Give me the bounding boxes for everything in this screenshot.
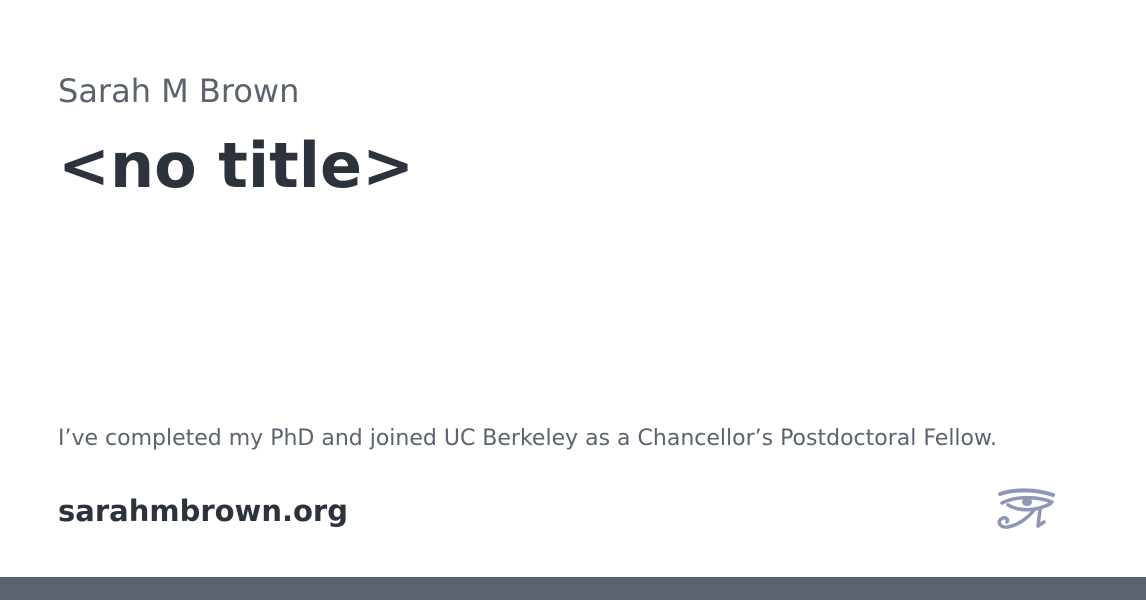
page-title: <no title> xyxy=(58,129,415,202)
eye-pupil xyxy=(1022,498,1032,506)
footer-bar xyxy=(0,577,1146,600)
social-preview-card: Sarah M Brown <no title> I’ve completed … xyxy=(0,0,1146,577)
page-description: I’ve completed my PhD and joined UC Berk… xyxy=(58,426,997,451)
eye-of-horus-icon xyxy=(997,488,1055,529)
site-url: sarahmbrown.org xyxy=(58,494,348,528)
author-name: Sarah M Brown xyxy=(58,72,300,110)
